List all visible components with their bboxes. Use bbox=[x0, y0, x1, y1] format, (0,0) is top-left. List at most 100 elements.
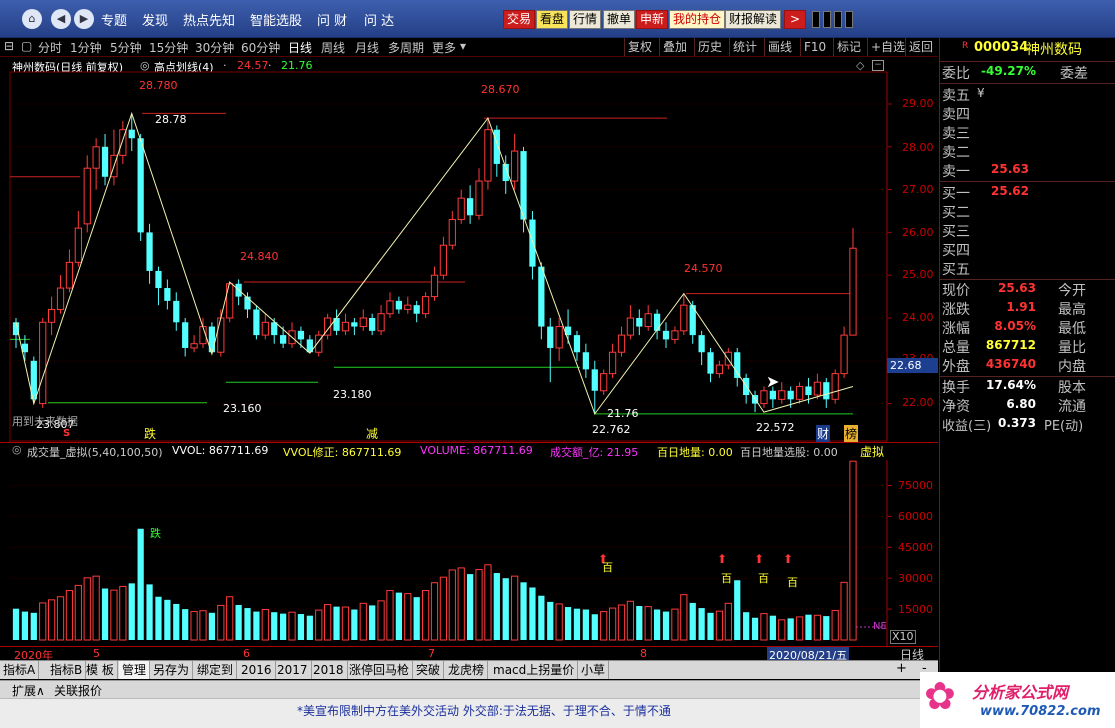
period-30min[interactable]: 30分钟 bbox=[195, 39, 234, 56]
candle-body-up bbox=[359, 317, 367, 328]
candle-body-up bbox=[813, 381, 821, 396]
screen-icon[interactable]: ▢ bbox=[21, 39, 32, 53]
menu-wenda[interactable]: 问 达 bbox=[364, 10, 394, 29]
diejia-button[interactable]: 叠加 bbox=[659, 38, 687, 56]
volume-bar-down bbox=[769, 615, 776, 640]
menu-wencai[interactable]: 问 财 bbox=[317, 10, 347, 29]
period-multi[interactable]: 多周期 bbox=[388, 39, 424, 56]
period-60min[interactable]: 60分钟 bbox=[241, 39, 280, 56]
candle-body-down bbox=[271, 322, 278, 336]
volume-bar-up bbox=[288, 611, 296, 641]
tab-item[interactable]: 指标A bbox=[0, 661, 40, 679]
stat-value: 8.05% bbox=[994, 319, 1036, 333]
volume-bar-down bbox=[164, 599, 171, 640]
stats-button[interactable]: 统计 bbox=[729, 38, 757, 56]
candle-body-down bbox=[805, 386, 812, 396]
shenxin-button[interactable]: 申新 bbox=[636, 10, 669, 29]
window-icon[interactable]: ⊟ bbox=[4, 39, 14, 53]
tab-item[interactable]: 指标B bbox=[47, 661, 87, 679]
candle-body-up bbox=[39, 321, 47, 405]
period-5min[interactable]: 5分钟 bbox=[110, 39, 142, 56]
tab-item[interactable]: macd上拐量价 bbox=[490, 661, 579, 679]
tab-item[interactable]: 2018 bbox=[310, 661, 348, 679]
menu-zhuanti[interactable]: 专题 bbox=[101, 10, 127, 29]
tab-item[interactable]: 2017 bbox=[274, 661, 312, 679]
tab-item[interactable]: 突破 bbox=[413, 661, 445, 679]
back-icon[interactable]: ◀ bbox=[51, 9, 71, 29]
chedan-button[interactable]: 撤单 bbox=[603, 10, 636, 29]
tab-item[interactable]: 2016 bbox=[238, 661, 276, 679]
blank-block-4 bbox=[845, 11, 853, 28]
stat-label: 总量 bbox=[942, 340, 970, 356]
tab-item[interactable]: 管理 bbox=[119, 661, 151, 679]
candle-body-up bbox=[840, 334, 848, 375]
quote-panel-blank bbox=[939, 434, 1115, 680]
tab-item[interactable]: 涨停回马枪 bbox=[346, 661, 414, 679]
related-quote-button[interactable]: 关联报价 bbox=[54, 682, 102, 699]
stat-right-label: 内盘 bbox=[1058, 359, 1086, 375]
home-icon[interactable]: ⌂ bbox=[22, 9, 42, 29]
candle-body-up bbox=[386, 300, 394, 315]
period-daily[interactable]: 日线 bbox=[288, 39, 312, 56]
volume-header: ◎ 成交量_虚拟(5,40,100,50) VVOL: 867711.69 VV… bbox=[0, 443, 938, 460]
menu-redian[interactable]: 热点先知 bbox=[183, 10, 235, 29]
volume-indicator-name[interactable]: 成交量_虚拟(5,40,100,50) bbox=[27, 444, 163, 460]
report-button[interactable]: 财报解读 bbox=[725, 10, 782, 29]
mark-button[interactable]: 标记 bbox=[833, 38, 861, 56]
trade-button[interactable]: 交易 bbox=[503, 10, 536, 29]
more-arrow-button[interactable]: > bbox=[784, 10, 806, 29]
period-1min[interactable]: 1分钟 bbox=[70, 39, 102, 56]
wecha-label: 委差 bbox=[1060, 66, 1088, 82]
holdings-button[interactable]: 我的持仓 bbox=[669, 10, 726, 29]
tab-item[interactable]: 另存为 bbox=[150, 661, 194, 679]
history-button[interactable]: 历史 bbox=[694, 38, 722, 56]
period-more[interactable]: 更多 bbox=[432, 39, 456, 56]
stat-row: 涨跌 1.91 最高 bbox=[940, 299, 1115, 318]
candle-body-down bbox=[146, 232, 153, 271]
tab-item[interactable]: 小草 bbox=[578, 661, 610, 679]
volume-bar-down bbox=[564, 607, 572, 640]
stat2-row: 收益(三) 0.373 PE(动) bbox=[940, 415, 1115, 434]
hangqing-button[interactable]: 行情 bbox=[569, 10, 602, 29]
candle-body-down bbox=[101, 146, 109, 177]
draw-button[interactable]: 画线 bbox=[764, 38, 792, 56]
candle-body-down bbox=[137, 138, 144, 233]
kanpan-button[interactable]: 看盘 bbox=[536, 10, 569, 29]
volume-bar-down bbox=[146, 584, 153, 640]
volume-bar-down bbox=[155, 596, 162, 640]
fuquan-button[interactable]: 复权 bbox=[624, 38, 652, 56]
add-favorite-button[interactable]: +自选 bbox=[867, 38, 905, 56]
tab-item[interactable]: 龙虎榜 bbox=[445, 661, 489, 679]
volume-bar-down bbox=[12, 608, 20, 640]
period-fenshi[interactable]: 分时 bbox=[38, 39, 62, 56]
expand-button[interactable]: 扩展∧ bbox=[12, 682, 45, 699]
buy-1-value: 25.62 bbox=[991, 184, 1029, 198]
f10-button[interactable]: F10 bbox=[800, 38, 826, 56]
volume-bar-up bbox=[226, 596, 234, 641]
add-tab-button[interactable]: + bbox=[896, 661, 907, 676]
period-weekly[interactable]: 周线 bbox=[321, 39, 345, 56]
news-ticker[interactable]: *美宣布限制中方在美外交活动 外交部:于法无据、于理不合、于情不通 bbox=[297, 702, 671, 719]
candle-body-up bbox=[778, 390, 786, 400]
period-15min[interactable]: 15分钟 bbox=[149, 39, 188, 56]
volume-settings-icon[interactable]: ◎ bbox=[12, 443, 22, 456]
candle-body-up bbox=[555, 326, 563, 349]
volume-bar-up bbox=[217, 604, 225, 641]
volume-bar-down bbox=[30, 612, 37, 640]
more-dropdown-icon[interactable]: ▾ bbox=[460, 39, 466, 53]
menu-faxian[interactable]: 发现 bbox=[142, 10, 168, 29]
candle-body-up bbox=[626, 317, 635, 336]
return-button[interactable]: 返回 bbox=[905, 38, 933, 56]
virtual-label: 虚拟 bbox=[860, 445, 885, 459]
candle-body-up bbox=[831, 373, 839, 400]
candle-body-down bbox=[280, 335, 287, 344]
volume-bar-up bbox=[831, 610, 839, 641]
tab-item[interactable]: 绑定到 bbox=[194, 661, 238, 679]
tab-item[interactable]: 模 板 bbox=[83, 661, 118, 679]
candle-body-down bbox=[582, 352, 589, 370]
watermark-logo: ✿ 分析家公式网 www.70822.com bbox=[920, 672, 1115, 728]
period-monthly[interactable]: 月线 bbox=[355, 39, 379, 56]
menu-zhineng[interactable]: 智能选股 bbox=[250, 10, 302, 29]
volume-bar-down bbox=[573, 608, 581, 640]
forward-icon[interactable]: ▶ bbox=[74, 9, 94, 29]
